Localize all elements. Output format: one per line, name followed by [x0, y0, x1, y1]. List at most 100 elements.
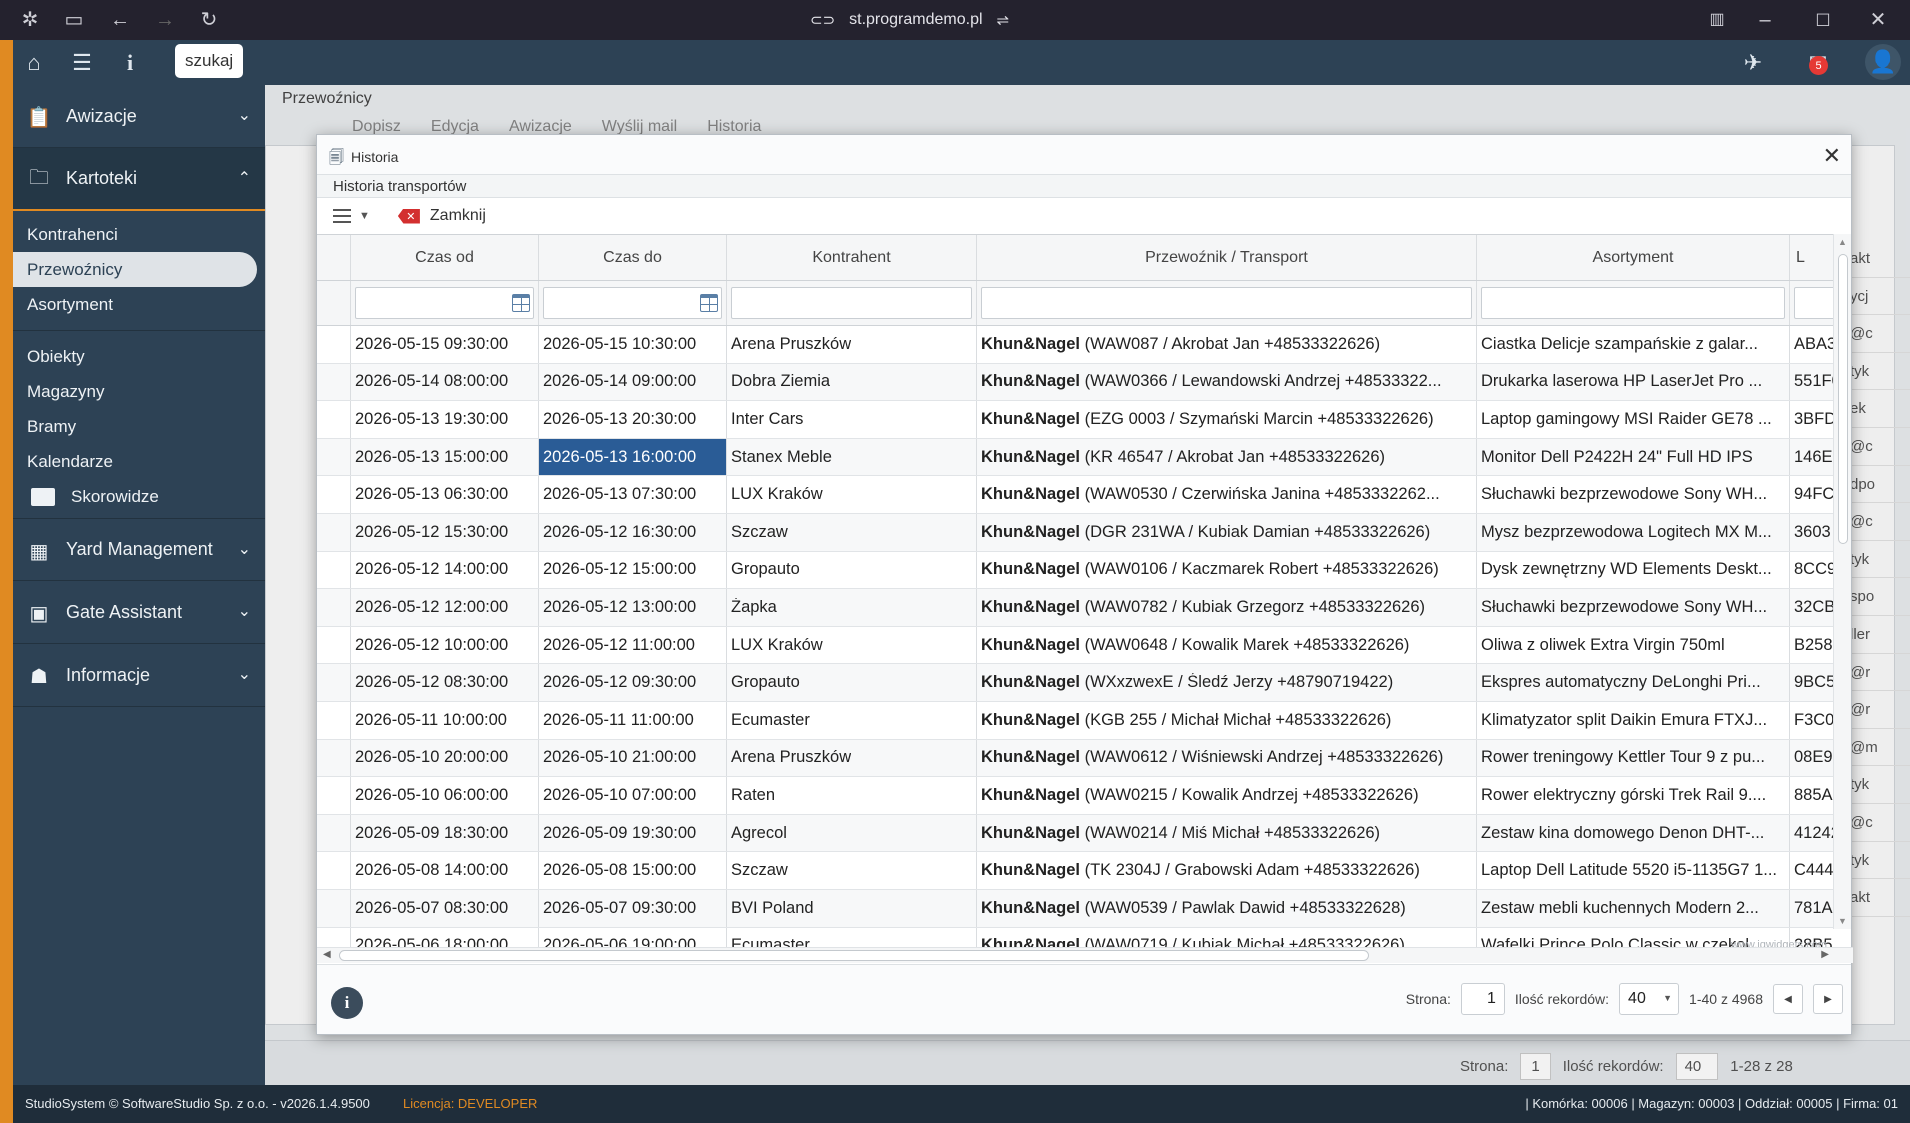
table-row[interactable]: 2026-05-12 10:00:00 2026-05-12 11:00:00 LU… — [317, 626, 1835, 665]
sidebar-group-informacje[interactable]: ☗ Informacje ⌄ — [13, 644, 265, 707]
scrollbar-thumb[interactable] — [339, 950, 1369, 961]
cell-przewoznik[interactable]: Khun&Nagel (KR 46547 / Akrobat Jan +4853… — [977, 438, 1477, 476]
cell-kontrahent[interactable]: Agrecol — [727, 814, 977, 852]
row-selector[interactable] — [317, 551, 351, 589]
cell-asortyment[interactable]: Rower treningowy Kettler Tour 9 z pu... — [1477, 739, 1790, 777]
cell-czas-od[interactable]: 2026-05-09 18:30:00 — [351, 814, 539, 852]
info-button[interactable]: i — [331, 987, 363, 1019]
cell-czas-do[interactable]: 2026-05-12 15:00:00 — [539, 551, 727, 589]
row-selector[interactable] — [317, 664, 351, 701]
row-selector[interactable] — [317, 852, 351, 889]
close-window-icon[interactable]: ✕ — [1866, 8, 1890, 32]
home-icon[interactable]: ⌂ — [21, 50, 47, 76]
table-row[interactable]: 2026-05-13 15:00:00 2026-05-13 16:00:00 St… — [317, 438, 1835, 477]
search-button[interactable]: szukaj — [175, 44, 244, 78]
cell-asortyment[interactable]: Słuchawki bezprzewodowe Sony WH... — [1477, 589, 1790, 626]
cell-l[interactable]: 781AE — [1790, 890, 1835, 927]
cell-przewoznik[interactable]: Khun&Nagel (WAW0214 / Miś Michał +485333… — [977, 814, 1477, 852]
cell-kontrahent[interactable]: Gropauto — [727, 664, 977, 701]
row-selector[interactable] — [317, 777, 351, 814]
cell-przewoznik[interactable]: Khun&Nagel (WAW0539 / Pawlak Dawid +4853… — [977, 889, 1477, 927]
cell-asortyment[interactable]: Klimatyzator split Daikin Emura FTXJ... — [1477, 701, 1790, 739]
cell-czas-od[interactable]: 2026-05-15 09:30:00 — [351, 326, 539, 363]
table-row[interactable]: 2026-05-08 14:00:00 2026-05-08 15:00:00 Sz… — [317, 852, 1835, 890]
cell-czas-do[interactable]: 2026-05-08 15:00:00 — [539, 852, 727, 889]
cell-czas-od[interactable]: 2026-05-14 08:00:00 — [351, 363, 539, 401]
table-row[interactable]: 2026-05-13 06:30:00 2026-05-13 07:30:00 LU… — [317, 476, 1835, 514]
cell-l[interactable]: 551F0 — [1790, 364, 1835, 401]
records-select[interactable]: 40 ▼ — [1619, 983, 1680, 1015]
row-selector[interactable] — [317, 889, 351, 927]
cell-czas-od[interactable]: 2026-05-12 08:30:00 — [351, 664, 539, 701]
info-icon[interactable]: i — [117, 50, 143, 76]
reload-icon[interactable]: ↻ — [197, 8, 221, 32]
cell-czas-do[interactable]: 2026-05-12 16:30:00 — [539, 513, 727, 551]
cell-l[interactable]: 41242 — [1790, 815, 1835, 852]
table-row[interactable]: 2026-05-10 06:00:00 2026-05-10 07:00:00 Ra… — [317, 777, 1835, 815]
table-row[interactable]: 2026-05-07 08:30:00 2026-05-07 09:30:00 BV… — [317, 889, 1835, 928]
cell-asortyment[interactable]: Drukarka laserowa HP LaserJet Pro ... — [1477, 363, 1790, 401]
cell-asortyment[interactable]: Ekspres automatyczny DeLonghi Pri... — [1477, 664, 1790, 701]
sidebar-group-gate[interactable]: ▣ Gate Assistant ⌄ — [13, 581, 265, 644]
cell-asortyment[interactable]: Dysk zewnętrzny WD Elements Deskt... — [1477, 551, 1790, 589]
menu-icon[interactable] — [333, 209, 351, 223]
sidebar-item-skorowidze[interactable]: Skorowidze — [13, 479, 265, 514]
sidebar-item-magazyny[interactable]: Magazyny — [13, 374, 265, 409]
column-header-asortyment[interactable]: Asortyment — [1477, 235, 1789, 280]
filter-przewoznik-input[interactable] — [981, 287, 1472, 319]
cell-asortyment[interactable]: Monitor Dell P2422H 24" Full HD IPS — [1477, 438, 1790, 476]
column-header-przewoznik[interactable]: Przewoźnik / Transport — [977, 235, 1476, 280]
sidebar-toggle-icon[interactable]: ▭ — [62, 8, 86, 32]
filter-asortyment-input[interactable] — [1481, 287, 1785, 319]
address-bar[interactable]: ⊂⊃ st.programdemo.pl ⇌ — [810, 8, 1009, 32]
cell-asortyment[interactable]: Laptop gamingowy MSI Raider GE78 ... — [1477, 401, 1790, 438]
cell-czas-do[interactable]: 2026-05-06 19:00:00 — [539, 927, 727, 947]
scroll-right-icon[interactable]: ▶ — [1821, 949, 1829, 960]
prev-page-button[interactable]: ◀ — [1773, 984, 1803, 1014]
column-header-czas-do[interactable]: Czas do — [539, 235, 726, 280]
cell-czas-od[interactable]: 2026-05-12 15:30:00 — [351, 513, 539, 551]
table-row[interactable]: 2026-05-06 18:00:00 2026-05-06 19:00:00 Ec… — [317, 927, 1835, 947]
cell-czas-do[interactable]: 2026-05-10 21:00:00 — [539, 739, 727, 777]
cell-czas-od[interactable]: 2026-05-07 08:30:00 — [351, 889, 539, 927]
cell-przewoznik[interactable]: Khun&Nagel (KGB 255 / Michał Michał +485… — [977, 701, 1477, 739]
forward-arrow-icon[interactable]: → — [153, 8, 177, 32]
row-selector[interactable] — [317, 626, 351, 664]
cell-kontrahent[interactable]: Arena Pruszków — [727, 326, 977, 363]
cell-przewoznik[interactable]: Khun&Nagel (WAW0106 / Kaczmarek Robert +… — [977, 551, 1477, 589]
cell-czas-od[interactable]: 2026-05-10 20:00:00 — [351, 739, 539, 777]
cell-l[interactable]: ABA3 — [1790, 326, 1835, 363]
cell-l[interactable]: B258 — [1790, 627, 1835, 664]
sidebar-group-yard[interactable]: ▦ Yard Management ⌄ — [13, 518, 265, 581]
row-selector[interactable] — [317, 363, 351, 401]
cell-przewoznik[interactable]: Khun&Nagel (WAW0719 / Kubiak Michał +485… — [977, 927, 1477, 947]
vertical-scrollbar[interactable]: ▲ ▼ — [1833, 234, 1851, 929]
cell-przewoznik[interactable]: Khun&Nagel (WXxzwexE / Śledź Jerzy +4879… — [977, 664, 1477, 701]
cell-kontrahent[interactable]: Szczaw — [727, 513, 977, 551]
cell-czas-do[interactable]: 2026-05-12 13:00:00 — [539, 589, 727, 626]
cell-czas-od[interactable]: 2026-05-12 14:00:00 — [351, 551, 539, 589]
cell-kontrahent[interactable]: Inter Cars — [727, 401, 977, 438]
cell-kontrahent[interactable]: Szczaw — [727, 852, 977, 889]
cell-czas-od[interactable]: 2026-05-12 12:00:00 — [351, 589, 539, 626]
cell-czas-do[interactable]: 2026-05-12 11:00:00 — [539, 626, 727, 664]
row-selector[interactable] — [317, 476, 351, 513]
table-row[interactable]: 2026-05-12 15:30:00 2026-05-12 16:30:00 Sz… — [317, 513, 1835, 552]
cell-l[interactable]: 9BC5 — [1790, 664, 1835, 701]
row-selector[interactable] — [317, 326, 351, 363]
cell-asortyment[interactable]: Zestaw kina domowego Denon DHT-... — [1477, 814, 1790, 852]
calendar-icon[interactable] — [700, 294, 718, 312]
back-arrow-icon[interactable]: ← — [108, 8, 132, 32]
cell-przewoznik[interactable]: Khun&Nagel (EZG 0003 / Szymański Marcin … — [977, 401, 1477, 438]
cell-przewoznik[interactable]: Khun&Nagel (DGR 231WA / Kubiak Damian +4… — [977, 513, 1477, 551]
cell-kontrahent[interactable]: Arena Pruszków — [727, 739, 977, 777]
close-button[interactable]: Zamknij — [430, 207, 486, 225]
cell-czas-od[interactable]: 2026-05-06 18:00:00 — [351, 927, 539, 947]
departure-icon[interactable]: ✈ — [1740, 50, 1766, 76]
cell-czas-do[interactable]: 2026-05-12 09:30:00 — [539, 664, 727, 701]
cell-czas-od[interactable]: 2026-05-11 10:00:00 — [351, 701, 539, 739]
scroll-down-icon[interactable]: ▼ — [1838, 916, 1847, 926]
row-selector[interactable] — [317, 401, 351, 438]
cell-czas-od[interactable]: 2026-05-13 06:30:00 — [351, 476, 539, 513]
maximize-icon[interactable]: ☐ — [1811, 8, 1835, 32]
